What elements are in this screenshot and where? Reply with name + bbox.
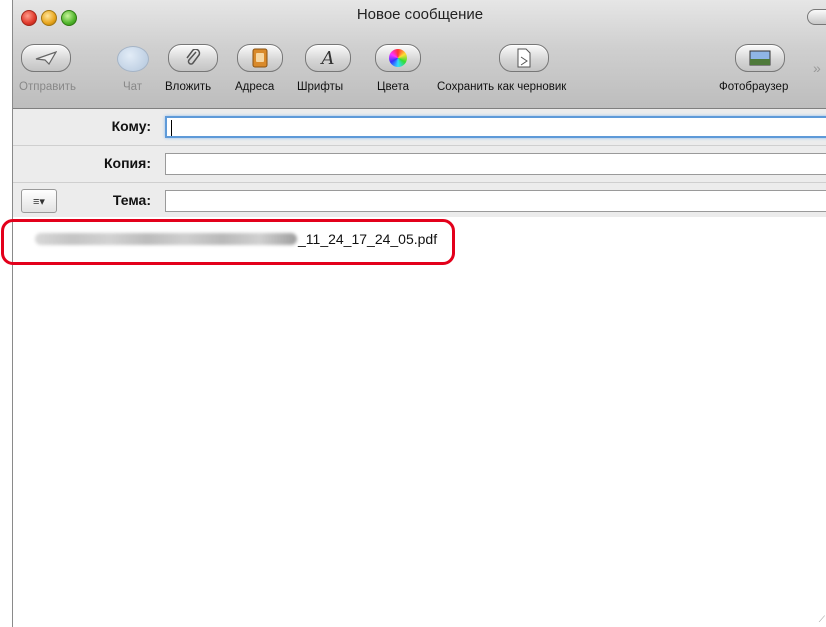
fonts-label: Шрифты: [297, 81, 344, 93]
subject-label: Тема:: [112, 192, 151, 208]
text-caret: [171, 120, 172, 136]
photo-browser-button[interactable]: [735, 44, 785, 72]
colors-label: Цвета: [377, 81, 410, 93]
save-draft-button[interactable]: [499, 44, 549, 72]
address-book-label: Адреса: [235, 81, 275, 93]
subject-field[interactable]: [165, 190, 826, 212]
save-draft-label: Сохранить как черновик: [437, 81, 567, 93]
paperclip-icon: [186, 49, 201, 65]
attachment-item[interactable]: _11_24_17_24_05.pdf: [35, 231, 437, 247]
format-menu-button[interactable]: ≡▾: [21, 189, 57, 213]
resize-grip-icon[interactable]: ⟋: [819, 614, 825, 625]
to-row: Кому:: [13, 109, 826, 146]
attachment-filename: _11_24_17_24_05.pdf: [298, 231, 438, 247]
toolbar-overflow-icon[interactable]: »: [813, 60, 821, 76]
cc-label: Копия:: [104, 155, 151, 171]
address-book-icon: [252, 48, 268, 68]
window-title: Новое сообщение: [356, 6, 484, 23]
to-label: Кому:: [111, 118, 151, 134]
chat-label: Чат: [123, 81, 143, 93]
paper-plane-icon: [35, 51, 57, 65]
photo-browser-label: Фотобраузер: [719, 81, 789, 93]
cc-row: Копия:: [13, 146, 826, 183]
toolbar: Новое сообщение Отправить Чат Вложить Ад…: [13, 0, 826, 109]
to-field[interactable]: [165, 116, 826, 138]
font-icon: A: [321, 47, 335, 69]
photo-icon: [749, 50, 771, 66]
color-wheel-icon: [389, 49, 407, 67]
message-body[interactable]: _11_24_17_24_05.pdf ⟋: [13, 217, 826, 627]
redacted-filename: [35, 233, 297, 245]
send-label: Отправить: [19, 81, 77, 93]
chat-bubble-icon[interactable]: [117, 46, 149, 72]
send-button[interactable]: [21, 44, 71, 72]
subject-row: ≡▾ Тема:: [13, 183, 826, 220]
cc-field[interactable]: [165, 153, 826, 175]
compose-window: Новое сообщение Отправить Чат Вложить Ад…: [12, 0, 826, 627]
attach-label: Вложить: [165, 81, 212, 93]
draft-document-icon: [517, 48, 531, 68]
attach-button[interactable]: [168, 44, 218, 72]
colors-button[interactable]: [375, 44, 421, 72]
toolbar-toggle-button[interactable]: [807, 9, 826, 25]
fonts-button[interactable]: A: [305, 44, 351, 72]
address-book-button[interactable]: [237, 44, 283, 72]
